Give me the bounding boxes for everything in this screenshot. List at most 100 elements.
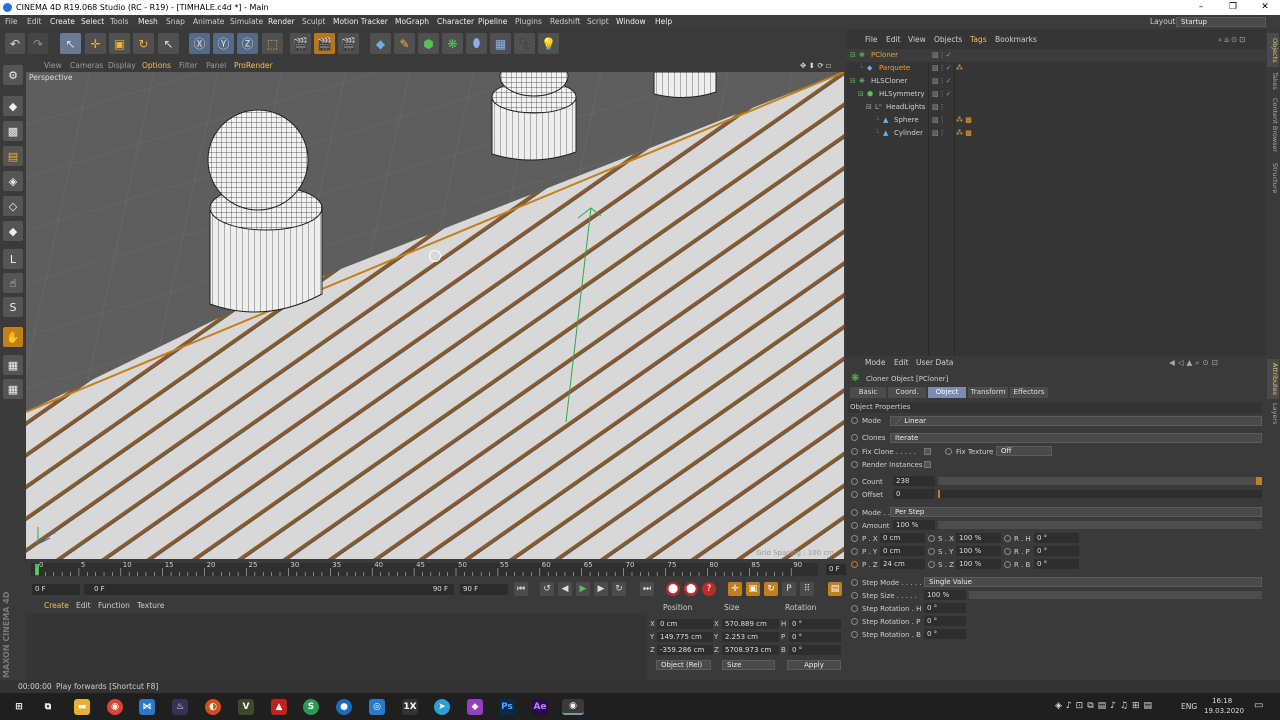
- menu-render[interactable]: Render: [268, 15, 295, 29]
- objmenu-view[interactable]: View: [908, 33, 926, 46]
- keyframe-selection-icon[interactable]: ?: [702, 582, 716, 596]
- cinema4d-taskbar-icon[interactable]: ◉: [562, 699, 584, 715]
- menu-mograph[interactable]: MoGraph: [395, 15, 429, 29]
- menu-window[interactable]: Window: [616, 15, 646, 29]
- viewport-menu-filter[interactable]: Filter: [179, 59, 198, 72]
- coord-mode-select[interactable]: Object (Rel): [656, 660, 711, 670]
- visibility-icon[interactable]: ▨⋮: [932, 101, 946, 114]
- menu-create[interactable]: Create: [50, 15, 75, 29]
- object-row-parquete[interactable]: └ ◆ Parquete ▨⋮✓ ⁂: [846, 62, 1266, 75]
- objmenu-bookmarks[interactable]: Bookmarks: [995, 33, 1037, 46]
- firefox-icon[interactable]: ◐: [205, 699, 221, 715]
- rb-field[interactable]: 0 °: [1034, 559, 1079, 569]
- visibility-icon[interactable]: ▨⋮✓: [932, 88, 951, 101]
- tree-toggle-icon[interactable]: ⊟: [850, 75, 856, 88]
- amount-slider[interactable]: [938, 521, 1262, 529]
- tab-object[interactable]: Object: [928, 387, 966, 398]
- telegram-icon[interactable]: ➤: [434, 699, 450, 715]
- perspective-viewport[interactable]: z Perspective Grid Spacing : 100 cm: [26, 72, 844, 559]
- rotate-icon[interactable]: ↻: [133, 33, 154, 54]
- go-to-end-icon[interactable]: ⏭: [640, 582, 654, 596]
- animate-dot-icon[interactable]: [851, 478, 858, 485]
- pz-field[interactable]: 24 cm: [880, 559, 925, 569]
- snap-icon[interactable]: S: [3, 297, 23, 317]
- figma-icon[interactable]: ◆: [467, 699, 483, 715]
- count-slider[interactable]: [938, 477, 1262, 485]
- render-instances-checkbox[interactable]: [924, 461, 931, 468]
- x-axis-icon[interactable]: Ⓧ: [189, 33, 210, 54]
- system-tray-icons[interactable]: ◈♪⊡⧉▤♪♫⊞▤: [1055, 701, 1156, 711]
- timeline-track[interactable]: 0 5 10 15 20 25 30 35 40 45 50 55 60 65 70 75 80 85 90: [31, 561, 818, 576]
- tree-toggle-icon[interactable]: ⊟: [850, 49, 856, 62]
- menu-sculpt[interactable]: Sculpt: [302, 15, 325, 29]
- attr-menu-edit[interactable]: Edit: [894, 356, 909, 370]
- objmenu-file[interactable]: File: [865, 33, 878, 46]
- menu-character[interactable]: Character: [437, 15, 474, 29]
- animate-dot-icon[interactable]: [851, 592, 858, 599]
- light-icon[interactable]: 💡: [538, 33, 559, 54]
- close-button[interactable]: ✕: [1250, 0, 1280, 15]
- visibility-icon[interactable]: ▨⋮✓: [932, 62, 951, 75]
- menu-plugins[interactable]: Plugins: [515, 15, 542, 29]
- tab-content-browser[interactable]: Content Browser: [1267, 95, 1279, 155]
- position-x-field[interactable]: 0 cm: [657, 619, 713, 629]
- render-view-icon[interactable]: 🎬: [290, 33, 311, 54]
- previous-frame-icon[interactable]: ◀: [558, 582, 572, 596]
- animate-dot-icon[interactable]: [851, 448, 858, 455]
- animate-dot-icon[interactable]: [851, 522, 858, 529]
- size-z-field[interactable]: 5708.973 cm: [722, 645, 779, 655]
- viewport-menu-panel[interactable]: Panel: [206, 59, 226, 72]
- menu-motion-tracker[interactable]: Motion Tracker: [333, 15, 388, 29]
- autokeying-icon[interactable]: ⬤: [684, 582, 698, 596]
- render-settings-icon[interactable]: 🎬: [338, 33, 359, 54]
- menu-redshift[interactable]: Redshift: [550, 15, 580, 29]
- file-explorer-icon[interactable]: ▬: [74, 699, 90, 715]
- mode2-select[interactable]: Per Step: [890, 507, 1262, 517]
- task-view-icon[interactable]: ⧉: [40, 699, 56, 715]
- preview-range-slider[interactable]: 0 F 90 F: [84, 584, 454, 595]
- last-tool-icon[interactable]: ↖: [158, 33, 179, 54]
- attr-menu-user-data[interactable]: User Data: [916, 356, 953, 370]
- tab-takes[interactable]: Takes: [1267, 69, 1279, 93]
- axis-mode-icon[interactable]: L: [3, 249, 23, 269]
- objmenu-objects[interactable]: Objects: [934, 33, 962, 46]
- menu-edit[interactable]: Edit: [27, 15, 42, 29]
- solo-icon[interactable]: ✋: [3, 327, 23, 347]
- play-forwards-icon[interactable]: ▶: [576, 582, 590, 596]
- animate-dot-icon[interactable]: [851, 434, 858, 441]
- animate-dot-icon[interactable]: [928, 561, 935, 568]
- key-rotation-icon[interactable]: ↻: [764, 582, 778, 596]
- skype-icon[interactable]: S: [303, 699, 319, 715]
- planar-workplane-icon[interactable]: ▦: [3, 379, 23, 399]
- menu-file[interactable]: File: [5, 15, 18, 29]
- animate-dot-icon[interactable]: [851, 491, 858, 498]
- step-rot-h-field[interactable]: 0 °: [924, 603, 966, 613]
- menu-simulate[interactable]: Simulate: [230, 15, 263, 29]
- animate-dot-icon[interactable]: [851, 548, 858, 555]
- tab-basic[interactable]: Basic: [850, 387, 886, 398]
- tab-coord[interactable]: Coord.: [888, 387, 926, 398]
- viewport-menu-options[interactable]: Options: [142, 59, 171, 72]
- polygons-mode-icon[interactable]: ◆: [3, 221, 23, 241]
- vscode-icon[interactable]: ⋈: [139, 699, 155, 715]
- step-size-slider[interactable]: [969, 591, 1262, 599]
- windows-start-icon[interactable]: ⊞: [11, 699, 27, 715]
- material-manager[interactable]: Create Edit Function Texture: [26, 599, 647, 680]
- animate-dot-icon[interactable]: [851, 631, 858, 638]
- next-frame-icon[interactable]: ▶: [594, 582, 608, 596]
- step-mode-select[interactable]: Single Value: [924, 577, 1262, 587]
- animate-dot-icon[interactable]: [851, 561, 858, 568]
- deformer-icon[interactable]: ⬮: [466, 33, 487, 54]
- sy-field[interactable]: 100 %: [956, 546, 1001, 556]
- cloner-icon[interactable]: ❋: [442, 33, 463, 54]
- browser-icon[interactable]: ◎: [369, 699, 385, 715]
- menu-animate[interactable]: Animate: [193, 15, 224, 29]
- animate-dot-icon[interactable]: [851, 605, 858, 612]
- rp-field[interactable]: 0 °: [1034, 546, 1079, 556]
- amount-field[interactable]: 100 %: [893, 520, 935, 530]
- menu-mesh[interactable]: Mesh: [138, 15, 158, 29]
- animate-dot-icon[interactable]: [851, 535, 858, 542]
- z-axis-icon[interactable]: Ⓩ: [237, 33, 258, 54]
- tab-objects[interactable]: Objects: [1267, 33, 1279, 67]
- previous-key-icon[interactable]: ↺: [540, 582, 554, 596]
